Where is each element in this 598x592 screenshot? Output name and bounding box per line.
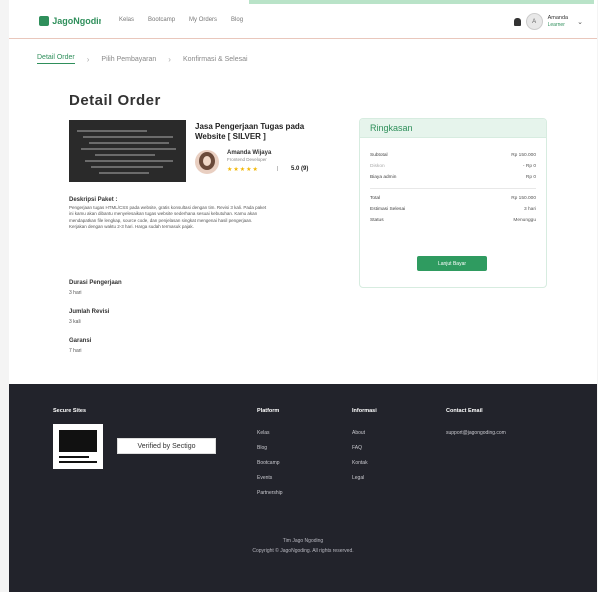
summary-row: Estimasi Selesai 3 hari <box>370 207 536 212</box>
user-menu: A Amanda Learner ⌄ <box>513 13 583 30</box>
mentor-subtitle: Frontend Developer <box>227 157 267 162</box>
step-detail-order[interactable]: Detail Order <box>37 54 75 64</box>
navbar: JagoNgoding Kelas Bootcamp My Orders Blo… <box>9 4 597 39</box>
summary-row-label: Diskon <box>370 164 385 169</box>
logo-icon <box>39 16 50 26</box>
summary-card: Ringkasan Subtotal Rp 150.000 Diskon - R… <box>359 118 547 288</box>
nav-links: Kelas Bootcamp My Orders Blog <box>119 17 243 23</box>
mentor-name: Amanda Wijaya <box>227 150 272 156</box>
footer-copyright: Copyright © JagoNgoding. All rights rese… <box>252 548 354 554</box>
summary-divider <box>370 188 536 189</box>
footer-link[interactable]: Legal <box>352 475 364 481</box>
verified-badge[interactable]: Verified by Sectigo <box>117 438 216 454</box>
footer-col-contact-title: Contact Email <box>446 408 483 414</box>
user-role: Learner <box>547 21 565 28</box>
chevron-right-icon: › <box>86 54 90 64</box>
avatar[interactable]: A <box>525 13 543 30</box>
logo[interactable]: JagoNgoding <box>39 15 101 27</box>
summary-row: Status Menunggu <box>370 218 536 223</box>
footer-brand-heading: Secure Sites <box>53 408 87 414</box>
summary-row-label: Estimasi Selesai <box>370 207 406 212</box>
user-info[interactable]: Amanda Learner <box>548 15 569 29</box>
info-label-revisi: Jumlah Revisi <box>69 309 110 315</box>
footer-link[interactable]: Bootcamp <box>257 460 280 466</box>
summary-row-value: 3 hari <box>524 207 536 212</box>
info-value-durasi: 3 hari <box>69 290 82 296</box>
rating-separator: | <box>277 166 279 172</box>
summary-row-value: Rp 150.000 <box>511 196 536 201</box>
info-value-garansi: 7 hari <box>69 348 82 354</box>
summary-title: Ringkasan <box>360 119 546 138</box>
rating-stars-icon: ★★★★★ <box>227 167 259 173</box>
summary-row: Subtotal Rp 150.000 <box>370 153 536 158</box>
summary-row-label: Biaya admin <box>370 175 397 180</box>
summary-row: Total Rp 150.000 <box>370 196 536 201</box>
summary-row-label: Status <box>370 218 384 223</box>
nav-link-blog[interactable]: Blog <box>231 17 243 23</box>
info-label-durasi: Durasi Pengerjaan <box>69 280 122 286</box>
footer-col-informasi-title: Informasi <box>352 408 377 414</box>
security-seal-icon[interactable] <box>53 424 103 469</box>
summary-row: Diskon - Rp 0 <box>370 164 536 169</box>
footer-col-platform-title: Platform <box>257 408 280 414</box>
footer-team: Tim Jago Ngoding <box>282 538 324 544</box>
summary-row-label: Subtotal <box>370 153 388 158</box>
summary-row-value: Menunggu <box>513 218 536 223</box>
nav-link-my-orders[interactable]: My Orders <box>189 17 217 23</box>
mentor-avatar <box>195 150 219 174</box>
chevron-down-icon[interactable]: ⌄ <box>577 18 583 26</box>
footer-link[interactable]: FAQ <box>352 445 362 451</box>
info-value-revisi: 3 kali <box>69 319 81 325</box>
footer-link[interactable]: Events <box>257 475 272 481</box>
footer-link[interactable]: Kelas <box>257 430 270 436</box>
step-pilih-pembayaran[interactable]: Pilih Pembayaran <box>101 56 156 63</box>
chevron-right-icon: › <box>168 54 171 64</box>
summary-row-value: Rp 0 <box>525 175 536 180</box>
nav-link-kelas[interactable]: Kelas <box>119 17 134 23</box>
summary-row-value: - Rp 0 <box>522 164 536 169</box>
footer-link[interactable]: Blog <box>257 445 267 451</box>
footer-contact-email[interactable]: support@jagongoding.com <box>446 430 506 436</box>
summary-row-value: Rp 150.000 <box>511 153 536 158</box>
pay-button[interactable]: Lanjut Bayar <box>417 256 487 271</box>
breadcrumb: Detail Order › Pilih Pembayaran › Konfir… <box>37 54 248 64</box>
rating-value: 5.0 (9) <box>291 166 309 172</box>
summary-row: Biaya admin Rp 0 <box>370 175 536 180</box>
description-heading: Deskripsi Paket : <box>69 197 118 203</box>
bell-icon[interactable] <box>513 17 521 26</box>
logo-text: JagoNgoding <box>52 16 101 26</box>
summary-row-label: Total <box>370 196 381 201</box>
info-label-garansi: Garansi <box>69 338 92 344</box>
footer: Secure Sites Verified by Sectigo Platfor… <box>9 384 597 592</box>
footer-link[interactable]: Kontak <box>352 460 368 466</box>
course-title: Jasa Pengerjaan Tugas pada Website [ SIL… <box>195 122 305 141</box>
user-name: Amanda <box>547 14 569 21</box>
footer-link[interactable]: Partnership <box>257 490 283 496</box>
description-text: Pengerjaan tugas HTML/CSS pada website, … <box>69 205 267 229</box>
page-title: Detail Order <box>69 92 161 109</box>
course-cover-image <box>69 120 186 182</box>
footer-link[interactable]: About <box>352 430 365 436</box>
step-konfirmasi[interactable]: Konfirmasi & Selesai <box>183 56 248 63</box>
nav-link-bootcamp[interactable]: Bootcamp <box>148 17 175 23</box>
page: JagoNgoding Kelas Bootcamp My Orders Blo… <box>9 0 597 592</box>
